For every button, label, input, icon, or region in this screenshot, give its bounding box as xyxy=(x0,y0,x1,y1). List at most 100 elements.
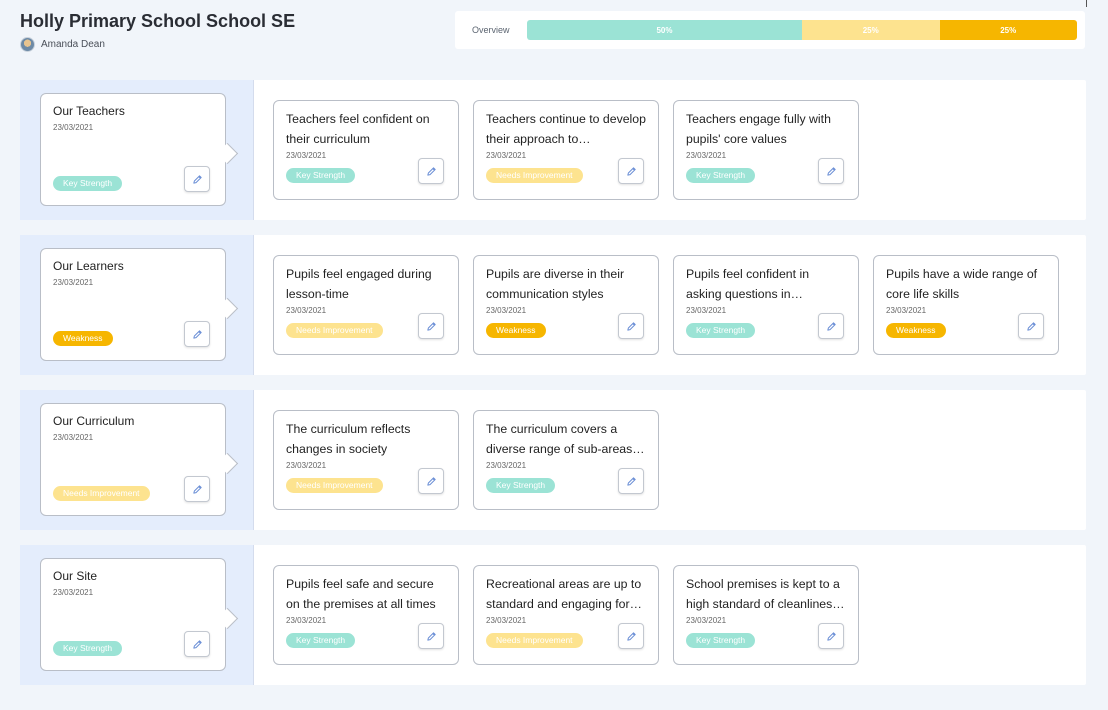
criteria-card[interactable]: Pupils feel confident in asking question… xyxy=(673,255,859,355)
page-header: Holly Primary School School SE Amanda De… xyxy=(20,10,295,52)
edit-section-button[interactable] xyxy=(184,166,210,192)
section-title: Our Teachers xyxy=(53,104,125,118)
avatar xyxy=(20,37,35,52)
status-badge: Key Strength xyxy=(686,168,756,183)
user-name: Amanda Dean xyxy=(41,39,105,50)
pencil-icon xyxy=(626,476,637,487)
status-badge: Key Strength xyxy=(686,323,756,338)
card-title: Teachers engage fully with pupils' core … xyxy=(686,112,831,146)
card-title: The curriculum reflects changes in socie… xyxy=(286,422,411,456)
edit-card-button[interactable] xyxy=(418,468,444,494)
status-badge: Needs Improvement xyxy=(486,168,583,183)
pencil-icon xyxy=(426,476,437,487)
card-title: Pupils are diverse in their communicatio… xyxy=(486,267,625,301)
card-date: 23/03/2021 xyxy=(486,616,527,625)
pencil-icon xyxy=(426,321,437,332)
user-info: Amanda Dean xyxy=(20,37,295,52)
criteria-card[interactable]: Recreational areas are up to standard an… xyxy=(473,565,659,665)
criteria-card[interactable]: The curriculum covers a diverse range of… xyxy=(473,410,659,510)
section-summary-card[interactable]: Our Learners 23/03/2021 Weakness xyxy=(40,248,226,361)
scrollbar-edge xyxy=(1086,0,1087,7)
pencil-icon xyxy=(626,631,637,642)
edit-card-button[interactable] xyxy=(618,468,644,494)
status-badge: Weakness xyxy=(486,323,546,338)
section-title: Our Site xyxy=(53,569,98,583)
card-date: 23/03/2021 xyxy=(286,616,327,625)
pencil-icon xyxy=(426,631,437,642)
status-badge: Key Strength xyxy=(53,176,123,191)
edit-section-button[interactable] xyxy=(184,476,210,502)
section-summary-card[interactable]: Our Site 23/03/2021 Key Strength xyxy=(40,558,226,671)
status-badge: Needs Improvement xyxy=(53,486,150,501)
criteria-card[interactable]: The curriculum reflects changes in socie… xyxy=(273,410,459,510)
edit-card-button[interactable] xyxy=(818,313,844,339)
section-sidebar: Our Site 23/03/2021 Key Strength xyxy=(20,545,254,685)
status-badge: Key Strength xyxy=(53,641,123,656)
pencil-icon xyxy=(826,321,837,332)
overview-segment: 25% xyxy=(939,20,1077,40)
edit-card-button[interactable] xyxy=(618,623,644,649)
section-title: Our Curriculum xyxy=(53,414,135,428)
status-badge: Key Strength xyxy=(286,168,356,183)
section-our-site: Our Site 23/03/2021 Key Strength Pupils fee… xyxy=(20,545,1086,685)
overview-bar: 50% 25% 25% xyxy=(527,20,1077,40)
criteria-card[interactable]: Pupils are diverse in their communicatio… xyxy=(473,255,659,355)
criteria-card[interactable]: Pupils feel engaged during lesson-time 23… xyxy=(273,255,459,355)
pencil-icon xyxy=(826,166,837,177)
edit-card-button[interactable] xyxy=(418,313,444,339)
card-date: 23/03/2021 xyxy=(686,616,727,625)
criteria-card[interactable]: Pupils feel safe and secure on the premi… xyxy=(273,565,459,665)
status-badge: Key Strength xyxy=(686,633,756,648)
overview-segment: 50% xyxy=(527,20,802,40)
pencil-icon xyxy=(626,321,637,332)
card-title: School premises is kept to a high standa… xyxy=(686,577,845,611)
section-sidebar: Our Curriculum 23/03/2021 Needs Improvemen… xyxy=(20,390,254,530)
status-badge: Needs Improvement xyxy=(286,478,383,493)
edit-card-button[interactable] xyxy=(1018,313,1044,339)
section-our-learners: Our Learners 23/03/2021 Weakness Pupils fee… xyxy=(20,235,1086,375)
card-date: 23/03/2021 xyxy=(286,306,327,315)
pencil-icon xyxy=(426,166,437,177)
criteria-card[interactable]: Teachers continue to develop their appro… xyxy=(473,100,659,200)
card-title: Recreational areas are up to standard an… xyxy=(486,577,642,611)
card-title: Pupils have a wide range of core life sk… xyxy=(886,267,1038,301)
pencil-icon xyxy=(192,484,203,495)
status-badge: Weakness xyxy=(53,331,113,346)
section-our-teachers: Our Teachers 23/03/2021 Key Strength Teache… xyxy=(20,80,1086,220)
overview-panel: Overview 50% 25% 25% xyxy=(455,11,1085,49)
edit-section-button[interactable] xyxy=(184,321,210,347)
pencil-icon xyxy=(192,174,203,185)
edit-card-button[interactable] xyxy=(618,313,644,339)
card-date: 23/03/2021 xyxy=(686,151,727,160)
criteria-card[interactable]: Teachers feel confident on their curricu… xyxy=(273,100,459,200)
section-summary-card[interactable]: Our Teachers 23/03/2021 Key Strength xyxy=(40,93,226,206)
section-date: 23/03/2021 xyxy=(53,588,94,597)
card-title: Pupils feel engaged during lesson-time xyxy=(286,267,432,301)
section-summary-card[interactable]: Our Curriculum 23/03/2021 Needs Improvemen… xyxy=(40,403,226,516)
status-badge: Needs Improvement xyxy=(286,323,383,338)
criteria-card[interactable]: School premises is kept to a high standa… xyxy=(673,565,859,665)
criteria-card[interactable]: Pupils have a wide range of core life sk… xyxy=(873,255,1059,355)
card-title: Teachers continue to develop their appro… xyxy=(486,112,646,146)
card-date: 23/03/2021 xyxy=(486,151,527,160)
edit-card-button[interactable] xyxy=(618,158,644,184)
edit-section-button[interactable] xyxy=(184,631,210,657)
pencil-icon xyxy=(626,166,637,177)
edit-card-button[interactable] xyxy=(818,158,844,184)
section-sidebar: Our Teachers 23/03/2021 Key Strength xyxy=(20,80,254,220)
section-date: 23/03/2021 xyxy=(53,123,94,132)
criteria-card[interactable]: Teachers engage fully with pupils' core … xyxy=(673,100,859,200)
edit-card-button[interactable] xyxy=(418,623,444,649)
status-badge: Key Strength xyxy=(486,478,556,493)
edit-card-button[interactable] xyxy=(418,158,444,184)
card-title: Teachers feel confident on their curricu… xyxy=(286,112,430,146)
overview-label: Overview xyxy=(472,25,510,35)
pencil-icon xyxy=(826,631,837,642)
card-title: Pupils feel confident in asking question… xyxy=(686,267,810,301)
pencil-icon xyxy=(1026,321,1037,332)
edit-card-button[interactable] xyxy=(818,623,844,649)
page-title: Holly Primary School School SE xyxy=(20,11,296,31)
pencil-icon xyxy=(192,329,203,340)
section-title: Our Learners xyxy=(53,259,124,273)
pencil-icon xyxy=(192,639,203,650)
